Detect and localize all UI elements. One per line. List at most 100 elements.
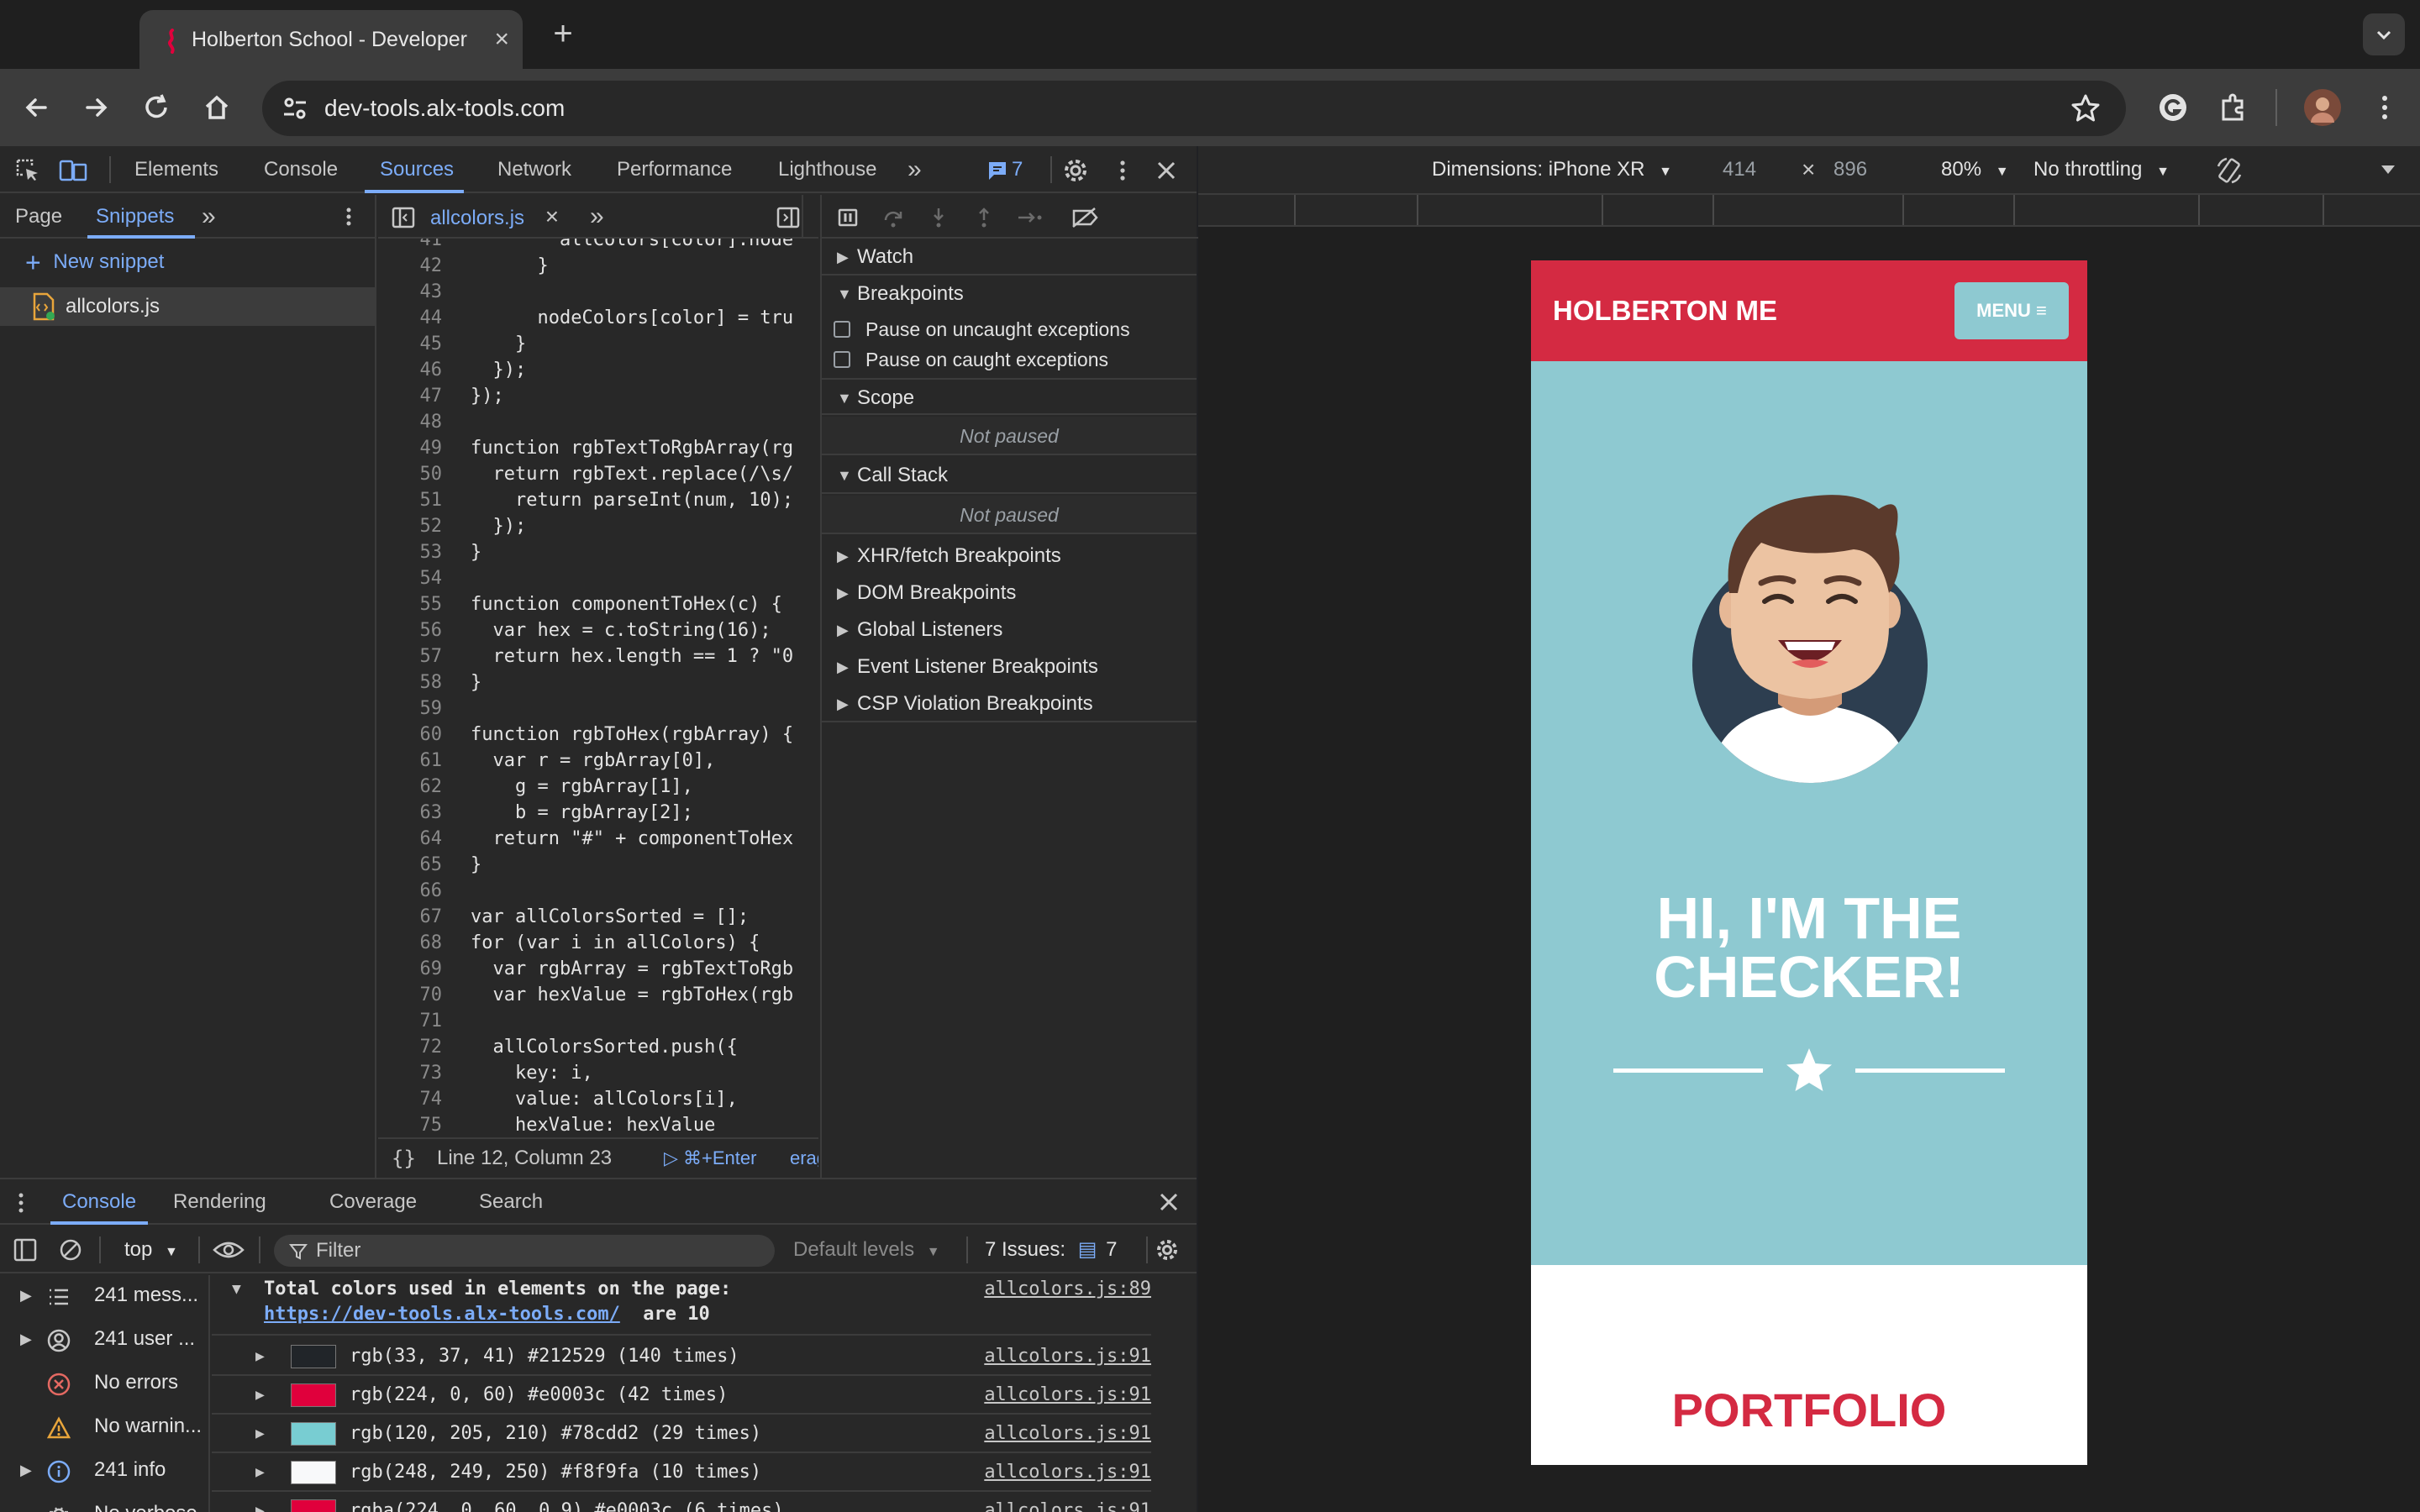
breakpoints-section[interactable]: ▼ Breakpoints <box>822 276 1197 312</box>
tab-lighthouse[interactable]: Lighthouse <box>778 146 876 193</box>
bookmark-star-icon[interactable] <box>2070 93 2101 123</box>
line-number[interactable]: 58 <box>378 669 443 696</box>
line-number[interactable]: 48 <box>378 409 443 435</box>
code-line[interactable]: 51 return parseInt(num, 10); <box>378 487 818 513</box>
line-number[interactable]: 70 <box>378 982 443 1008</box>
line-number[interactable]: 53 <box>378 539 443 565</box>
browser-tab[interactable]: Holberton School - Developer Tools × <box>139 10 523 69</box>
issues-counter[interactable]: 7 Issues: ▤ 7 <box>985 1226 1117 1273</box>
code-line[interactable]: 44 nodeColors[color] = tru <box>378 305 818 331</box>
code-line[interactable]: 62 g = rgbArray[1], <box>378 774 818 800</box>
code-line[interactable]: 49 function rgbTextToRgbArray(rg <box>378 435 818 461</box>
log-source-link[interactable]: allcolors.js:89 <box>984 1278 1151 1299</box>
log-message-row[interactable]: ▶ rgb(120, 205, 210) #78cdd2 (29 times) al… <box>212 1415 1151 1453</box>
log-source-link[interactable]: allcolors.js:91 <box>984 1384 1151 1405</box>
device-height-input[interactable]: 896 <box>1833 146 1867 193</box>
device-width-input[interactable]: 414 <box>1723 146 1756 193</box>
code-line[interactable]: 43 <box>378 279 818 305</box>
code-line[interactable]: 54 <box>378 565 818 591</box>
new-snippet-button[interactable]: + New snippet <box>25 240 164 284</box>
line-number[interactable]: 68 <box>378 930 443 956</box>
console-sidebar-item[interactable]: No errors <box>0 1362 210 1403</box>
editor-file-tab[interactable]: allcolors.js × <box>430 195 559 239</box>
expand-icon[interactable]: ▶ <box>255 1463 265 1481</box>
console-sidebar-item[interactable]: ▶ 241 user ... <box>0 1319 210 1359</box>
tab-snippets[interactable]: Snippets <box>96 195 174 239</box>
swap-dimensions-icon[interactable]: × <box>1802 146 1815 193</box>
line-number[interactable]: 44 <box>378 305 443 331</box>
drawer-tab-coverage[interactable]: Coverage <box>329 1179 417 1225</box>
log-source-link[interactable]: allcolors.js:91 <box>984 1423 1151 1444</box>
pause-caught-checkbox[interactable]: Pause on caught exceptions <box>834 344 1186 375</box>
device-dimensions-dropdown[interactable]: Dimensions: iPhone XR ▼ <box>1432 146 1672 193</box>
code-content[interactable]: 41 allColors[color].node 42 } 43 44 nodeCol… <box>378 239 818 1137</box>
context-selector[interactable]: top ▼ <box>124 1226 178 1276</box>
line-number[interactable]: 64 <box>378 826 443 852</box>
expand-icon[interactable]: ▶ <box>20 1319 32 1359</box>
step-out-icon[interactable] <box>973 207 995 228</box>
code-line[interactable]: 59 <box>378 696 818 722</box>
code-line[interactable]: 61 var r = rgbArray[0], <box>378 748 818 774</box>
settings-gear-icon[interactable] <box>1062 157 1089 184</box>
clear-console-icon[interactable] <box>59 1238 82 1262</box>
console-settings-gear-icon[interactable] <box>1155 1237 1180 1263</box>
code-line[interactable]: 42 } <box>378 253 818 279</box>
line-number[interactable]: 59 <box>378 696 443 722</box>
more-tabs-icon[interactable]: » <box>908 146 922 193</box>
line-number[interactable]: 52 <box>378 513 443 539</box>
log-header-link[interactable]: https://dev-tools.alx-tools.com/ <box>264 1304 620 1325</box>
line-number[interactable]: 56 <box>378 617 443 643</box>
scope-section[interactable]: ▼ Scope <box>822 378 1197 415</box>
line-number[interactable]: 55 <box>378 591 443 617</box>
console-sidebar-item[interactable]: No warnin... <box>0 1406 210 1446</box>
line-number[interactable]: 63 <box>378 800 443 826</box>
code-line[interactable]: 52 }); <box>378 513 818 539</box>
zoom-dropdown[interactable]: 80% ▼ <box>1941 146 2009 193</box>
expand-icon[interactable]: ▶ <box>255 1386 265 1404</box>
line-number[interactable]: 61 <box>378 748 443 774</box>
step-icon[interactable] <box>1017 207 1044 228</box>
tab-network[interactable]: Network <box>497 146 571 193</box>
inspect-element-icon[interactable] <box>15 158 40 183</box>
profile-avatar[interactable] <box>2304 89 2341 126</box>
rotate-device-icon[interactable] <box>2215 156 2244 185</box>
log-message-row[interactable]: ▶ rgba(224, 0, 60, 0.9) #e0003c (6 times)… <box>212 1492 1151 1512</box>
device-toolbar-options-icon[interactable] <box>2380 163 2396 176</box>
line-number[interactable]: 67 <box>378 904 443 930</box>
code-line[interactable]: 58} <box>378 669 818 696</box>
line-number[interactable]: 45 <box>378 331 443 357</box>
line-number[interactable]: 69 <box>378 956 443 982</box>
line-number[interactable]: 42 <box>378 253 443 279</box>
code-line[interactable]: 66 <box>378 878 818 904</box>
code-line[interactable]: 50 return rgbText.replace(/\s/ <box>378 461 818 487</box>
home-icon[interactable] <box>200 91 234 124</box>
line-number[interactable]: 73 <box>378 1060 443 1086</box>
code-line[interactable]: 53} <box>378 539 818 565</box>
code-line[interactable]: 45 } <box>378 331 818 357</box>
tab-close-icon[interactable]: × <box>494 10 509 69</box>
pretty-print-icon[interactable]: {} <box>392 1139 416 1178</box>
expand-icon[interactable]: ▶ <box>20 1275 32 1315</box>
log-header-message[interactable]: ▼ Total colors used in elements on the p… <box>212 1275 1151 1336</box>
line-number[interactable]: 50 <box>378 461 443 487</box>
code-line[interactable]: 56 var hex = c.toString(16); <box>378 617 818 643</box>
coverage-link[interactable]: erag <box>790 1139 818 1178</box>
expand-icon[interactable]: ▶ <box>255 1347 265 1365</box>
code-line[interactable]: 67 var allColorsSorted = []; <box>378 904 818 930</box>
extensions-icon[interactable] <box>2217 91 2250 124</box>
pause-uncaught-checkbox[interactable]: Pause on uncaught exceptions <box>834 314 1186 344</box>
code-line[interactable]: 73 key: i, <box>378 1060 818 1086</box>
line-number[interactable]: 71 <box>378 1008 443 1034</box>
tab-sources[interactable]: Sources <box>380 146 454 193</box>
log-source-link[interactable]: allcolors.js:91 <box>984 1346 1151 1367</box>
new-tab-button[interactable]: + <box>546 15 580 54</box>
toggle-navigator-icon[interactable] <box>392 207 415 228</box>
drawer-tab-rendering[interactable]: Rendering <box>173 1179 266 1225</box>
code-line[interactable]: 70 var hexValue = rgbToHex(rgb <box>378 982 818 1008</box>
line-number[interactable]: 65 <box>378 852 443 878</box>
code-line[interactable]: 47}); <box>378 383 818 409</box>
tab-console[interactable]: Console <box>264 146 338 193</box>
log-levels-dropdown[interactable]: Default levels ▼ <box>793 1226 940 1276</box>
tab-page[interactable]: Page <box>15 195 62 239</box>
reload-icon[interactable] <box>139 91 173 124</box>
